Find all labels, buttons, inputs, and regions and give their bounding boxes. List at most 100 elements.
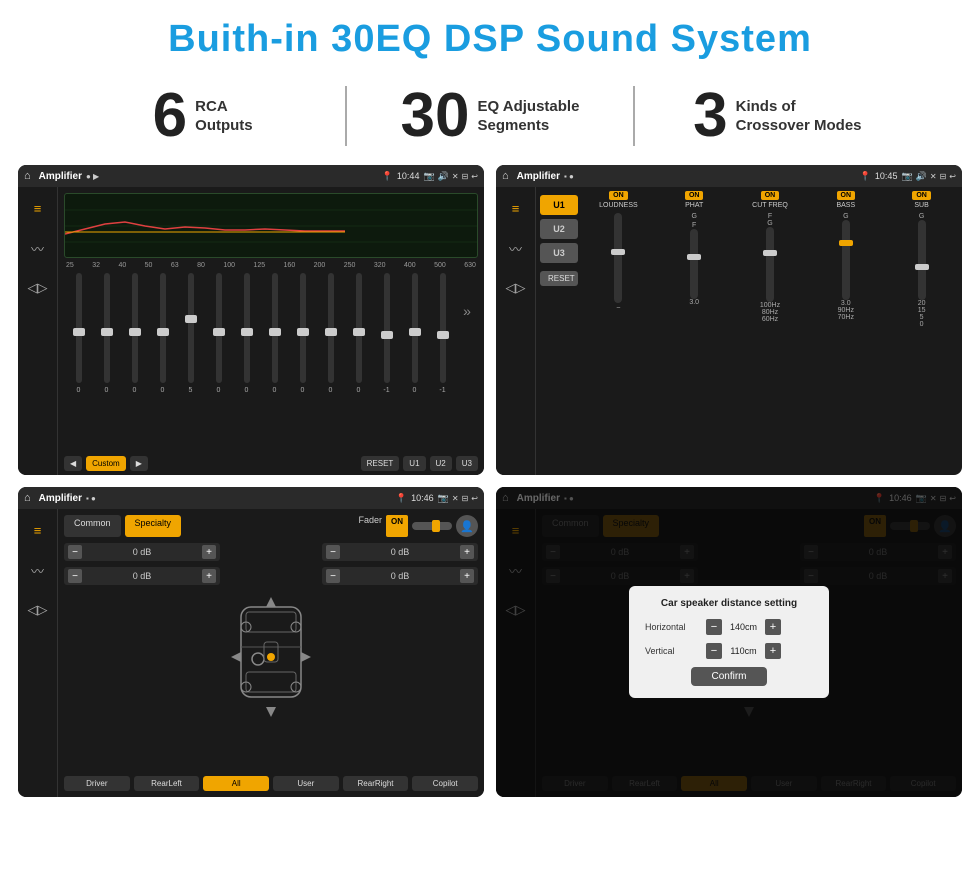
nav-eq-icon-2[interactable]: ≡ (503, 195, 529, 221)
eq-play-btn[interactable]: ▶ (130, 456, 148, 471)
eq-chevron-right[interactable]: » (458, 273, 476, 319)
home-icon-3[interactable]: ⌂ (24, 492, 31, 504)
eq-curve-svg (65, 194, 477, 257)
u2-btn[interactable]: U2 (540, 219, 578, 239)
eq-sliders: 0 0 0 0 5 (64, 273, 478, 452)
dialog-vertical-plus[interactable]: + (765, 643, 781, 659)
ch-cutfreq-on: ON (761, 191, 780, 200)
db-plus-3[interactable]: + (460, 545, 474, 559)
nav-eq-icon-3[interactable]: ≡ (25, 517, 51, 543)
dialog-horizontal-minus[interactable]: − (706, 619, 722, 635)
ch-cutfreq-slider-f[interactable] (766, 227, 774, 302)
nav-eq-icon[interactable]: ≡ (25, 195, 51, 221)
stat-eq: 30 EQ AdjustableSegments (347, 85, 632, 147)
ch-sub-slider[interactable] (918, 220, 926, 300)
side-nav-1: ≡ 〰 ◁▷ (18, 187, 58, 475)
location-icon-3: 📍 (396, 493, 407, 504)
dialog-vertical-minus[interactable]: − (706, 643, 722, 659)
time-3: 10:46 (411, 493, 434, 503)
ch-loudness-slider[interactable] (614, 213, 622, 303)
app-name-2: Amplifier (517, 171, 560, 182)
status-dots-3: ▪ ● (86, 494, 96, 503)
home-icon-1[interactable]: ⌂ (24, 170, 31, 182)
db-minus-4[interactable]: − (326, 569, 340, 583)
status-icons-3: 📷 ✕ ⊟ ↩ (438, 493, 478, 504)
fader-user-icon[interactable]: 👤 (456, 515, 478, 537)
app-name-3: Amplifier (39, 493, 82, 504)
nav-wave-icon[interactable]: 〰 (25, 235, 51, 261)
crossover-reset-btn[interactable]: RESET (540, 271, 578, 286)
db-plus-4[interactable]: + (460, 569, 474, 583)
crossover-inner: U1 U2 U3 RESET ON LOUDNESS (540, 191, 958, 471)
status-bar-1: ⌂ Amplifier ● ▶ 📍 10:44 📷 🔊 ✕ ⊟ ↩ (18, 165, 484, 187)
nav-vol-icon[interactable]: ◁▷ (25, 275, 51, 301)
slider-col-6: 0 (206, 273, 231, 394)
nav-wave-icon-3[interactable]: 〰 (25, 557, 51, 583)
tab-common[interactable]: Common (64, 515, 121, 537)
eq-u1-btn[interactable]: U1 (403, 456, 425, 471)
dialog-horizontal-plus[interactable]: + (765, 619, 781, 635)
eq-u2-btn[interactable]: U2 (430, 456, 452, 471)
slider-col-14: -1 (430, 273, 455, 394)
location-icon-2: 📍 (860, 171, 871, 182)
fader-footer: Driver RearLeft All User RearRight Copil… (64, 776, 478, 791)
status-bar-3: ⌂ Amplifier ▪ ● 📍 10:46 📷 ✕ ⊟ ↩ (18, 487, 484, 509)
fader-grid: − 0 dB + − 0 dB + (64, 543, 478, 770)
dialog-horizontal-value: 140cm (726, 622, 761, 632)
ch-sub: ON SUB G 20 15 5 0 (885, 191, 958, 471)
ch-bass-slider[interactable] (842, 220, 850, 300)
eq-reset-btn[interactable]: RESET (361, 456, 400, 471)
fader-left-controls: − 0 dB + − 0 dB + (64, 543, 220, 770)
dialog-confirm-button[interactable]: Confirm (691, 667, 766, 686)
screen-eq: ⌂ Amplifier ● ▶ 📍 10:44 📷 🔊 ✕ ⊟ ↩ ≡ 〰 ◁▷ (18, 165, 484, 475)
u1-btn[interactable]: U1 (540, 195, 578, 215)
db-minus-2[interactable]: − (68, 569, 82, 583)
eq-prev-btn[interactable]: ◀ (64, 456, 82, 471)
slider-col-3: 0 (122, 273, 147, 394)
footer-user[interactable]: User (273, 776, 339, 791)
tab-specialty[interactable]: Specialty (125, 515, 182, 537)
nav-wave-icon-2[interactable]: 〰 (503, 235, 529, 261)
db-minus-1[interactable]: − (68, 545, 82, 559)
dialog-vertical-value: 110cm (726, 646, 761, 656)
slider-col-2: 0 (94, 273, 119, 394)
status-icons-1: 📷 🔊 ✕ ⊟ ↩ (423, 171, 478, 182)
u3-btn[interactable]: U3 (540, 243, 578, 263)
slider-col-11: 0 (346, 273, 371, 394)
stat-rca: 6 RCAOutputs (60, 85, 345, 147)
u-buttons-col: U1 U2 U3 RESET (540, 191, 578, 471)
footer-all[interactable]: All (203, 776, 269, 791)
eq-u3-btn[interactable]: U3 (456, 456, 478, 471)
ch-phat-slider[interactable] (690, 229, 698, 299)
ch-loudness-label: LOUDNESS (599, 202, 638, 209)
eq-graph (64, 193, 478, 258)
stat-text-eq: EQ AdjustableSegments (477, 97, 579, 136)
eq-custom-btn[interactable]: Custom (86, 456, 126, 471)
db-value-3: 0 dB (343, 547, 457, 557)
dialog-vertical-row: Vertical − 110cm + (645, 643, 813, 659)
home-icon-2[interactable]: ⌂ (502, 170, 509, 182)
footer-copilot[interactable]: Copilot (412, 776, 478, 791)
db-plus-2[interactable]: + (202, 569, 216, 583)
slider-col-9: 0 (290, 273, 315, 394)
side-nav-3: ≡ 〰 ◁▷ (18, 509, 58, 797)
fader-main: Common Specialty Fader ON 👤 (58, 509, 484, 797)
fader-right-controls: − 0 dB + − 0 dB + (322, 543, 478, 770)
db-minus-3[interactable]: − (326, 545, 340, 559)
location-icon-1: 📍 (382, 171, 393, 182)
nav-vol-icon-3[interactable]: ◁▷ (25, 597, 51, 623)
nav-vol-icon-2[interactable]: ◁▷ (503, 275, 529, 301)
db-plus-1[interactable]: + (202, 545, 216, 559)
footer-rearleft[interactable]: RearLeft (134, 776, 200, 791)
footer-driver[interactable]: Driver (64, 776, 130, 791)
fader-on-badge[interactable]: ON (386, 515, 408, 537)
footer-rearright[interactable]: RearRight (343, 776, 409, 791)
distance-dialog: Car speaker distance setting Horizontal … (629, 586, 829, 698)
dialog-vertical-label: Vertical (645, 646, 700, 656)
dialog-horizontal-control: − 140cm + (706, 619, 781, 635)
app-name-1: Amplifier (39, 171, 82, 182)
car-diagram-svg (226, 587, 316, 727)
ch-loudness: ON LOUDNESS ~ (582, 191, 655, 471)
screen-fader-dialog: ⌂ Amplifier ▪ ● 📍 10:46 📷 ✕ ⊟ ↩ ≡ 〰 ◁▷ C (496, 487, 962, 797)
dialog-horizontal-label: Horizontal (645, 622, 700, 632)
